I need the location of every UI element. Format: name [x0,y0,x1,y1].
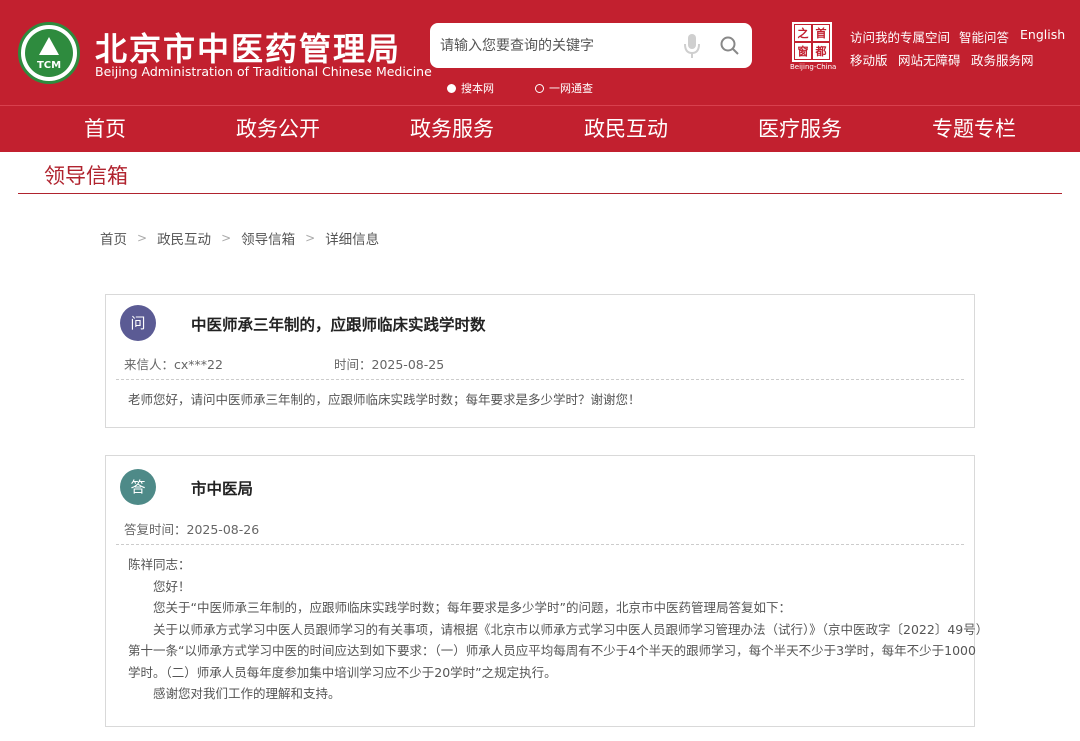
breadcrumb: 首页 > 政民互动 > 领导信箱 > 详细信息 [100,228,379,248]
radio-unselected-icon [535,83,544,93]
question-time: 时间：2025-08-25 [334,357,445,372]
section-title: 领导信箱 [44,164,128,188]
link-gov-service[interactable]: 政务服务网 [971,50,1034,69]
answer-line: 您关于“中医师承三年制的，应跟师临床实践学时数；每年要求是多少学时”的问题，北京… [128,600,791,615]
mic-icon[interactable] [682,33,702,59]
nav-item-interaction[interactable]: 政民互动 [584,106,668,153]
radio-label: 一网通查 [549,82,593,95]
capital-logo-char: 窗 [794,42,812,60]
question-sender: 来信人：cx***22 [124,357,223,372]
radio-search-site[interactable]: 搜本网 [447,80,494,96]
link-english[interactable]: English [1020,27,1065,42]
nav-item-gov-services[interactable]: 政务服务 [410,106,494,153]
capital-window-logo[interactable]: 之 首 窗 都 [792,22,832,62]
question-content: 老师您好，请问中医师承三年制的，应跟师临床实践学时数；每年要求是多少学时？谢谢您… [128,392,641,407]
search-input[interactable] [440,23,675,68]
search-icon[interactable] [719,35,741,57]
breadcrumb-separator: > [221,231,232,245]
question-divider [116,379,964,380]
answer-divider [116,544,964,545]
link-smart-qa[interactable]: 智能问答 [959,27,1009,46]
answer-content: 陈祥同志： 您好！ 您关于“中医师承三年制的，应跟师临床实践学时数；每年要求是多… [128,554,988,705]
link-personal-space[interactable]: 访问我的专属空间 [850,27,950,46]
breadcrumb-interaction[interactable]: 政民互动 [157,228,211,248]
capital-logo-char: 首 [812,24,830,42]
answer-line: 感谢您对我们工作的理解和支持。 [128,686,341,701]
answer-card: 答 市中医局 答复时间：2025-08-26 陈祥同志： 您好！ 您关于“中医师… [105,455,988,727]
answer-line: 您好！ [128,578,191,594]
site-title-english: Beijing Administration of Traditional Ch… [95,64,432,79]
answer-badge: 答 [120,469,156,505]
site-header: TCM 北京市中医药管理局 Beijing Administration of … [0,0,1080,105]
nav-item-gov-affairs[interactable]: 政务公开 [236,106,320,153]
answer-line: 学时。（二）师承人员每年度参加集中培训学习应不少于20学时”之规定执行。 [128,664,557,680]
nav-item-topics[interactable]: 专题专栏 [932,106,1016,153]
question-card: 问 中医师承三年制的，应跟师临床实践学时数 来信人：cx***22 时间：202… [105,294,975,428]
breadcrumb-current: 详细信息 [325,232,380,248]
answer-reply-time: 答复时间：2025-08-26 [124,522,260,537]
question-title: 中医师承三年制的，应跟师临床实践学时数 [191,316,486,334]
logo-text: TCM [36,60,62,71]
main-nav: 首页 政务公开 政务服务 政民互动 医疗服务 专题专栏 [0,105,1080,152]
capital-logo-char: 都 [812,42,830,60]
link-accessibility[interactable]: 网站无障碍 [898,50,961,69]
capital-logo-char: 之 [794,24,812,42]
nav-item-medical[interactable]: 医疗服务 [758,106,842,153]
breadcrumb-separator: > [137,231,148,245]
site-logo[interactable]: TCM [18,22,80,84]
capital-logo-caption: Beijing-China [790,63,837,71]
breadcrumb-mailbox[interactable]: 领导信箱 [241,228,295,248]
breadcrumb-home[interactable]: 首页 [100,228,127,248]
breadcrumb-separator: > [305,231,316,245]
answer-title: 市中医局 [191,480,254,498]
answer-line: 第十一条“以师承方式学习中医的时间应达到如下要求：（一）师承人员应平均每周有不少… [128,643,976,658]
link-mobile[interactable]: 移动版 [850,50,888,69]
nav-item-home[interactable]: 首页 [84,106,126,153]
answer-line: 陈祥同志： [128,557,191,572]
search-box [430,23,752,68]
section-divider [18,193,1062,194]
radio-selected-icon [447,83,456,93]
radio-label: 搜本网 [461,82,494,95]
radio-search-all[interactable]: 一网通查 [535,80,593,96]
tcm-emblem-icon: TCM [25,29,73,77]
question-badge: 问 [120,305,156,341]
answer-line: 关于以师承方式学习中医人员跟师学习的有关事项，请根据《北京市以师承方式学习中医人… [128,621,989,637]
